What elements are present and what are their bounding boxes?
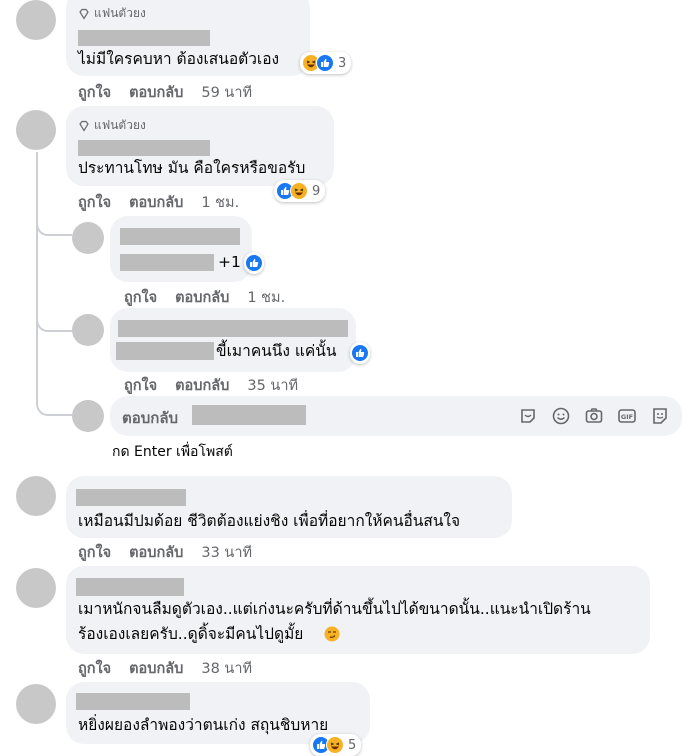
comment-bubble: แฟนตัวยง ประทานโทษ มัน คือใครหรือขอรับ [66, 106, 334, 186]
avatar[interactable] [16, 476, 56, 516]
reply-button[interactable]: ตอบกลับ [129, 541, 183, 564]
comment-text: ไม่มีใครคบหา ต้องเสนอตัวเอง [78, 50, 280, 68]
comment-text-line1: เมาหนักจนลืมดูตัวเอง..แต่เก่งนะครับที่ด้… [78, 600, 591, 618]
commenter-name[interactable] [118, 320, 348, 337]
reply-mention-name [192, 405, 306, 425]
comment-text: เหมือนมีปมด้อย ชีวิตต้องแย่งชิง เพื่อที่… [78, 512, 461, 530]
camera-icon[interactable] [584, 406, 604, 426]
commenter-name[interactable] [78, 140, 210, 156]
diamond-icon [79, 120, 89, 132]
commenter-name[interactable] [78, 30, 210, 46]
avatar[interactable] [16, 110, 56, 150]
reaction-summary[interactable]: 9 [274, 180, 326, 202]
thread-branch [36, 214, 72, 236]
avatar[interactable] [72, 314, 104, 346]
sticker-icon[interactable] [518, 406, 538, 426]
thread-line [36, 152, 38, 404]
reaction-summary[interactable] [350, 342, 370, 364]
like-button[interactable]: ถูกใจ [78, 541, 111, 564]
avatar[interactable] [16, 568, 56, 608]
comment-text: +1 [218, 253, 241, 271]
avatar-sticker-icon[interactable] [650, 406, 670, 426]
commenter-name[interactable] [120, 228, 240, 245]
commenter-name[interactable] [76, 489, 186, 506]
smirk-emoji-icon [324, 626, 340, 642]
haha-icon [326, 736, 344, 754]
top-fan-badge: แฟนตัวยง [78, 4, 146, 23]
commenter-name[interactable] [76, 693, 190, 710]
like-button[interactable]: ถูกใจ [78, 191, 111, 214]
post-hint: กด Enter เพื่อโพสต์ [112, 444, 233, 460]
reply-button[interactable]: ตอบกลับ [129, 81, 183, 104]
avatar[interactable] [16, 0, 56, 40]
like-icon [245, 254, 263, 272]
reply-input[interactable]: ตอบกลับ GIF [110, 396, 682, 436]
like-button[interactable]: ถูกใจ [124, 374, 157, 397]
comment-text: ขี้เมาคนนึง แค่นั้น [216, 342, 337, 360]
comment-bubble: แฟนตัวยง ไม่มีใครคบหา ต้องเสนอตัวเอง [66, 0, 310, 76]
reply-button[interactable]: ตอบกลับ [129, 657, 183, 680]
timestamp[interactable]: 59 นาที [201, 81, 252, 104]
commenter-name[interactable] [76, 578, 184, 596]
timestamp[interactable]: 38 นาที [201, 657, 252, 680]
comment-bubble: เหมือนมีปมด้อย ชีวิตต้องแย่งชิง เพื่อที่… [66, 476, 512, 538]
thread-branch [36, 310, 72, 332]
top-fan-badge: แฟนตัวยง [78, 116, 146, 135]
reaction-summary[interactable]: 3 [300, 52, 352, 74]
like-button[interactable]: ถูกใจ [124, 286, 157, 309]
comment-actions: ถูกใจ ตอบกลับ 38 นาที [78, 657, 252, 680]
thread-branch [36, 392, 72, 416]
like-icon [351, 344, 369, 362]
reply-button[interactable]: ตอบกลับ [175, 374, 229, 397]
diamond-icon [79, 8, 89, 20]
like-button[interactable]: ถูกใจ [78, 657, 111, 680]
svg-text:GIF: GIF [621, 413, 633, 421]
comment-text-line2: ร้องเองเลยครับ..ดูดิ้จะมีคนไปดูมั้ย [78, 625, 304, 643]
comment-bubble: +1 [110, 216, 252, 282]
reply-button[interactable]: ตอบกลับ [175, 286, 229, 309]
timestamp[interactable]: 35 นาที [247, 374, 298, 397]
avatar[interactable] [16, 684, 56, 724]
emoji-icon[interactable] [551, 406, 571, 426]
like-icon [316, 54, 334, 72]
avatar[interactable] [72, 222, 104, 254]
comment-actions: ถูกใจ ตอบกลับ 59 นาที [78, 81, 252, 104]
comment-bubble: เมาหนักจนลืมดูตัวเอง..แต่เก่งนะครับที่ด้… [66, 566, 650, 654]
timestamp[interactable]: 1 ชม. [247, 286, 285, 309]
mentioned-name[interactable] [120, 254, 214, 271]
timestamp[interactable]: 1 ชม. [201, 191, 239, 214]
timestamp[interactable]: 33 นาที [201, 541, 252, 564]
comment-actions: ถูกใจ ตอบกลับ 35 นาที [124, 374, 298, 397]
current-user-avatar[interactable] [72, 400, 104, 432]
reaction-summary[interactable]: 5 [310, 734, 362, 756]
gif-icon[interactable]: GIF [617, 406, 637, 426]
reply-placeholder: ตอบกลับ [122, 409, 179, 427]
comment-actions: ถูกใจ ตอบกลับ 33 นาที [78, 541, 252, 564]
mentioned-name[interactable] [116, 342, 214, 360]
comment-actions: ถูกใจ ตอบกลับ 1 ชม. [124, 286, 285, 309]
comment-text: หยิ่งผยองลำพองว่าตนเก่ง สถุนชิบหาย [78, 716, 329, 734]
haha-icon [290, 182, 308, 200]
comment-text: ประทานโทษ มัน คือใครหรือขอรับ [78, 159, 306, 177]
like-button[interactable]: ถูกใจ [78, 81, 111, 104]
reaction-summary[interactable] [244, 252, 264, 274]
comment-actions: ถูกใจ ตอบกลับ 1 ชม. [78, 191, 239, 214]
comment-bubble: ขี้เมาคนนึง แค่นั้น [110, 308, 356, 372]
reply-button[interactable]: ตอบกลับ [129, 191, 183, 214]
